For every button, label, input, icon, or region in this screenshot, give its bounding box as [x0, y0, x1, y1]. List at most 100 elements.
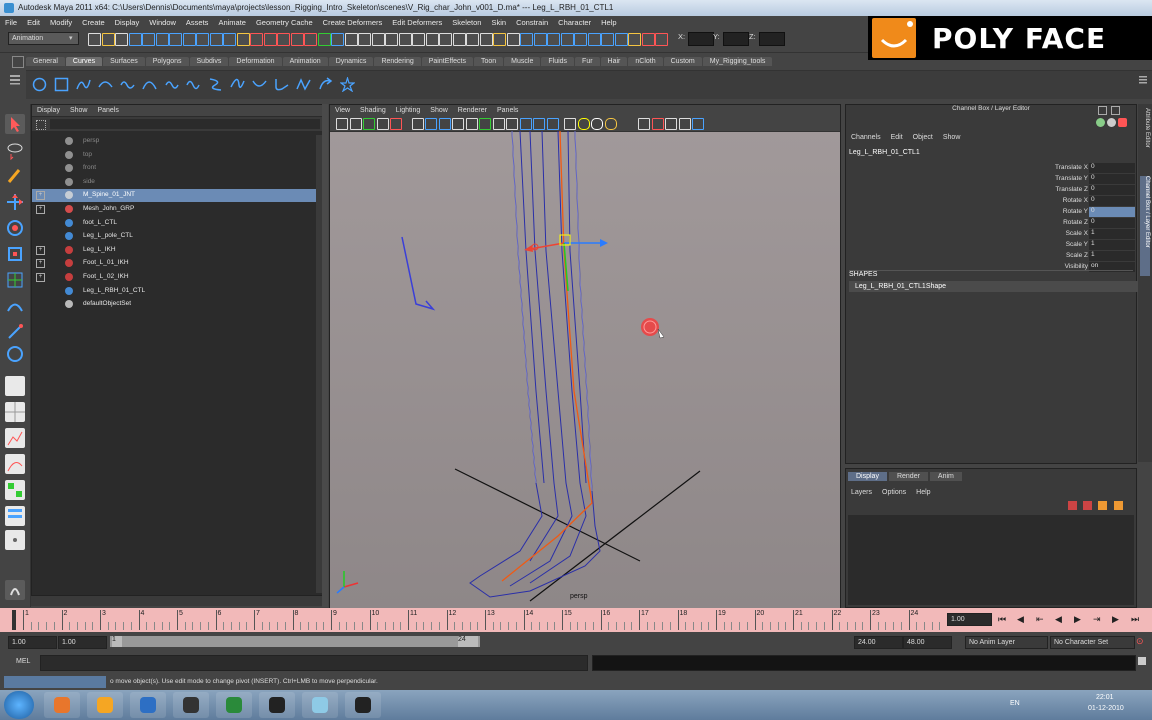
outliner-item[interactable]: + Mesh_John_GRP	[32, 203, 316, 216]
viewport-toolbar-icon[interactable]	[665, 118, 677, 130]
status-line-tool-icon[interactable]	[655, 33, 668, 46]
shelf-tab-dynamics[interactable]: Dynamics	[328, 57, 374, 66]
menu-animate[interactable]: Animate	[213, 16, 251, 29]
status-line-tool-icon[interactable]	[115, 33, 128, 46]
expand-icon[interactable]: +	[36, 273, 45, 282]
new-layer-selected-icon[interactable]	[1083, 501, 1093, 510]
time-slider[interactable]: 1 2 3 4 5 6 7 8 9 10 11 12 13 14 15 16 17 18 19 20 21 22 23 24 …	[0, 608, 1152, 632]
outliner-item[interactable]: defaultObjectSet	[32, 298, 316, 311]
status-line-tool-icon[interactable]	[236, 33, 250, 46]
channel-attribute-value[interactable]: 0	[1089, 218, 1135, 228]
viewport-toolbar-icon[interactable]	[438, 118, 451, 130]
status-line-tool-icon[interactable]	[128, 33, 142, 46]
spiral-curve-icon[interactable]	[164, 77, 179, 92]
status-line-tool-icon[interactable]	[209, 33, 223, 46]
channel-box-side-tab[interactable]: Channel Box / Layer Editor	[1140, 176, 1150, 276]
channel-attribute-value[interactable]: 0	[1089, 196, 1135, 206]
viewport-menu-view[interactable]: View	[330, 106, 355, 115]
layout-hypershade-icon[interactable]	[5, 480, 25, 500]
menu-edit[interactable]: Edit	[22, 16, 45, 29]
viewport-toolbar-icon[interactable]	[479, 118, 491, 130]
play-backwards-icon[interactable]: ◀	[1055, 614, 1062, 625]
status-line-tool-icon[interactable]	[493, 33, 506, 46]
character-set-select[interactable]: No Character Set	[1050, 636, 1135, 649]
firefox-icon[interactable]	[44, 692, 80, 718]
menu-create[interactable]: Create	[77, 16, 110, 29]
select-tool-icon[interactable]	[5, 114, 25, 134]
status-line-tool-icon[interactable]	[601, 33, 614, 46]
channel-attribute-row[interactable]: Scale Z1	[996, 251, 1136, 261]
shelf-tab-fur[interactable]: Fur	[575, 57, 600, 66]
menu-constrain[interactable]: Constrain	[511, 16, 553, 29]
end-time-field[interactable]: 48.00	[903, 636, 952, 649]
channel-attribute-value[interactable]: 0	[1089, 207, 1135, 217]
anim-layer-select[interactable]: No Anim Layer	[965, 636, 1048, 649]
play-forwards-icon[interactable]: ▶	[1074, 614, 1081, 625]
auto-key-icon[interactable]: ⊙	[1136, 636, 1144, 647]
channel-attribute-row[interactable]: Translate Y0	[996, 174, 1136, 184]
outliner-item[interactable]: Leg_L_pole_CTL	[32, 230, 316, 243]
layer-menu-help[interactable]: Help	[911, 489, 935, 496]
layer-menu-layers[interactable]: Layers	[846, 489, 877, 496]
show-manipulator-icon[interactable]	[5, 322, 25, 342]
channel-attribute-value[interactable]: 1	[1089, 251, 1135, 261]
zigzag-curve-icon[interactable]	[296, 77, 311, 92]
channel-attribute-row[interactable]: Translate Z0	[996, 185, 1136, 195]
layout-single-icon[interactable]	[5, 376, 25, 396]
layout-persp-graph-icon[interactable]	[5, 454, 25, 474]
status-line-tool-icon[interactable]	[344, 33, 358, 46]
menu-modify[interactable]: Modify	[45, 16, 77, 29]
status-line-tool-icon[interactable]	[439, 33, 452, 46]
status-line-tool-icon[interactable]	[398, 33, 412, 46]
channel-attribute-row[interactable]: Rotate Y0	[996, 207, 1136, 217]
status-line-tool-icon[interactable]	[223, 33, 236, 46]
photoshop-icon[interactable]	[130, 692, 166, 718]
status-line-tool-icon[interactable]	[304, 33, 317, 46]
viewport-toolbar-icon[interactable]	[492, 118, 505, 130]
status-line-tool-icon[interactable]	[628, 33, 641, 46]
channel-attribute-value[interactable]: 0	[1089, 174, 1135, 184]
outliner-horizontal-scrollbar[interactable]	[31, 596, 325, 606]
outliner-item[interactable]: + M_Spine_01_JNT	[32, 189, 316, 203]
status-line-tool-icon[interactable]	[479, 33, 493, 46]
status-line-tool-icon[interactable]	[317, 33, 331, 46]
expand-icon[interactable]: +	[36, 191, 45, 201]
rbh-control[interactable]	[641, 318, 665, 339]
hook-curve-icon[interactable]	[274, 77, 289, 92]
channel-menu-object[interactable]: Object	[908, 134, 938, 141]
status-line-tool-icon[interactable]	[425, 33, 439, 46]
pole-vector-control[interactable]	[401, 236, 436, 311]
outliner-menu-display[interactable]: Display	[32, 106, 65, 115]
outliner-item[interactable]: persp	[32, 135, 316, 148]
channel-attribute-row[interactable]: Rotate X0	[996, 196, 1136, 206]
status-line-tool-icon[interactable]	[547, 33, 560, 46]
last-tool-icon[interactable]	[5, 344, 25, 364]
script-editor-icon[interactable]	[1138, 657, 1146, 665]
shelf-options-icon[interactable]	[8, 72, 22, 86]
shelf-tab-painteffects[interactable]: PaintEffects	[421, 57, 473, 66]
viewport-toolbar-icon[interactable]	[349, 118, 362, 130]
move-tool-icon[interactable]	[5, 192, 25, 212]
status-line-tool-icon[interactable]	[290, 33, 304, 46]
channel-icon-a[interactable]	[1096, 118, 1105, 127]
viewport-toolbar-icon[interactable]	[376, 118, 389, 130]
shelf-tab-ncloth[interactable]: nCloth	[628, 57, 663, 66]
paint-select-tool-icon[interactable]	[5, 166, 25, 186]
chrome-icon[interactable]	[216, 692, 252, 718]
channel-icon-c[interactable]	[1118, 118, 1128, 127]
status-line-tool-icon[interactable]	[155, 33, 169, 46]
status-line-tool-icon[interactable]	[574, 33, 587, 46]
channel-menu-channels[interactable]: Channels	[846, 134, 886, 141]
menu-assets[interactable]: Assets	[181, 16, 214, 29]
channel-attribute-value[interactable]: 1	[1089, 229, 1135, 239]
status-line-tool-icon[interactable]	[331, 33, 344, 46]
loop-curve-icon[interactable]	[230, 77, 245, 92]
lasso-tool-icon[interactable]	[5, 140, 25, 161]
outliner-item[interactable]: + Foot_L_02_IKH	[32, 271, 316, 284]
shelf-tab-deformation[interactable]: Deformation	[229, 57, 282, 66]
viewport-toolbar-icon[interactable]	[638, 118, 650, 130]
status-line-tool-icon[interactable]	[506, 33, 520, 46]
step-forward-icon[interactable]: ▶	[1112, 614, 1119, 625]
channel-attribute-row[interactable]: Translate X0	[996, 163, 1136, 173]
illustrator-icon[interactable]	[87, 692, 123, 718]
